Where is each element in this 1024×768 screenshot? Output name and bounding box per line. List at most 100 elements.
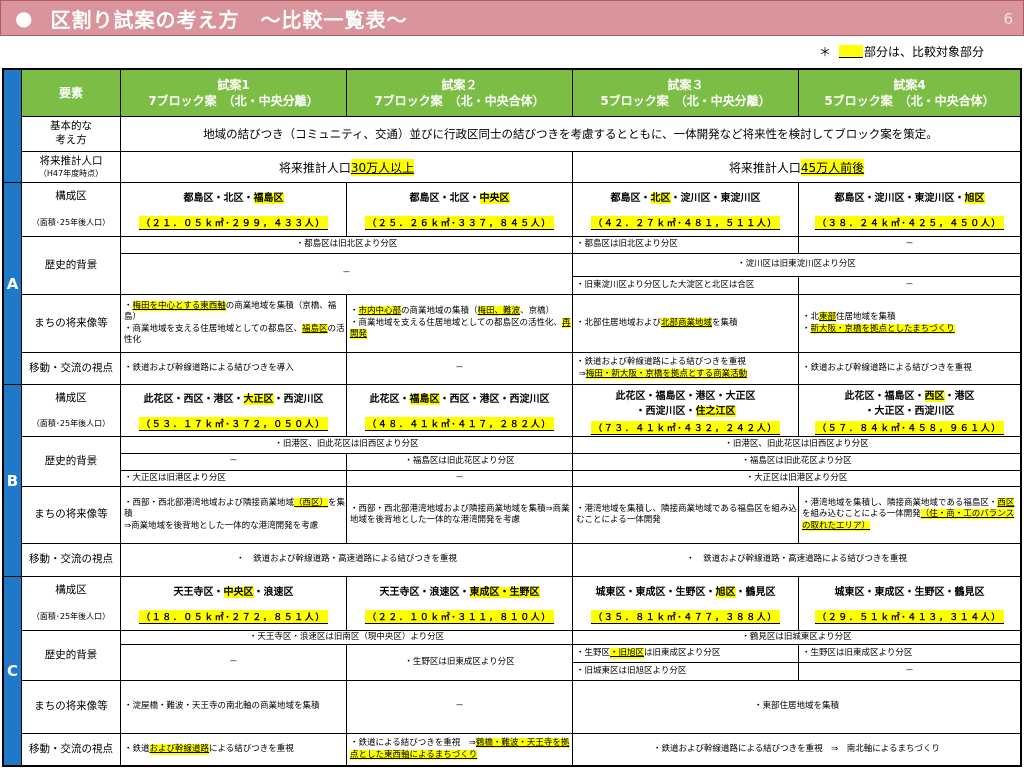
basic-text: 地域の結びつき（コミュニティ、交通）並びに行政区同士の結びつきを考慮するとともに… bbox=[120, 116, 1021, 152]
a-ward-4-hl: 旭区 bbox=[964, 193, 985, 204]
a-future-plan-1: ・梅田を中心とする東西軸の商業地域を集積（京橋、福島） ・商業地域を支える住居地… bbox=[120, 294, 347, 353]
b-future-4-mid: を組み込むことによる一体開発 bbox=[802, 509, 921, 520]
plan-1-title: 試案1 bbox=[217, 77, 250, 92]
group-a-letter: A bbox=[6, 274, 19, 293]
c-ward-2-hl: 東成区・生野区 bbox=[469, 587, 540, 598]
c-ward-1-pre: 天王寺区・ bbox=[173, 587, 224, 598]
comparison-table: 要素 試案1 7ブロック案 （北・中央分離） 試案２ 7ブロック案 （北・中央合… bbox=[2, 68, 1022, 767]
plan-3-title: 試案３ bbox=[667, 77, 704, 92]
a-wards-plan-4: 都島区・淀川区・東淀川区・旭区 （３８．２４ｋ㎡･４２５，４５０人） bbox=[798, 182, 1021, 237]
c-wards-label-text: 構成区 bbox=[55, 584, 87, 597]
c-wards-plan-1: 天王寺区・中央区・浪速区 （１８．０５ｋ㎡･２７２，８５１人） bbox=[120, 576, 347, 631]
a-future-2-a-hl: 市内中心部 bbox=[358, 306, 402, 317]
b-future-1-a-hl: （西区） bbox=[294, 497, 329, 508]
a-mobility-3-b-pre: ⇒ bbox=[578, 368, 586, 379]
a-history-label: 歴史的背景 bbox=[21, 236, 121, 295]
c-wards-plan-4: 城東区・東成区・生野区・鶴見区 （２９．５１ｋ㎡･４１３，３１４人） bbox=[798, 576, 1021, 631]
b-ward-4-post: ・港区 bbox=[944, 390, 975, 402]
a-mobility-3-a: ・鉄道および幹線道路による結びつきを重視 bbox=[576, 357, 746, 368]
a-ward-3-area: （４２．２７ｋ㎡･４８１，５１１人） bbox=[591, 216, 780, 230]
c-ward-1-area: （１８．０５ｋ㎡･２７２，８５１人） bbox=[139, 610, 328, 624]
c-history-r3-3: ・旧城東区は旧旭区より分区 bbox=[572, 662, 799, 681]
title-bar: ● 区割り試案の考え方 ～比較一覧表～ 6 bbox=[0, 0, 1024, 36]
a-ward-2-area: （２５．２６ｋ㎡･３３７，８４５人） bbox=[365, 216, 554, 230]
c-history-r2-3-hl: ・旧旭区 bbox=[610, 647, 645, 660]
b-ward-2-pre: 此花区・ bbox=[369, 394, 410, 405]
a-wards-plan-2: 都島区・北区・中央区 （２５．２６ｋ㎡･３３７，８４５人） bbox=[346, 182, 573, 237]
page-number: 6 bbox=[1003, 10, 1013, 28]
group-c-bar: C bbox=[3, 576, 22, 766]
a-history-r1-4: － bbox=[798, 236, 1021, 254]
a-future-plan-3: ・北部住居地域および北部商業地域を集積 bbox=[572, 294, 799, 353]
b-history-r2-34: ・福島区は旧此花区より分区 bbox=[572, 453, 1021, 471]
a-wards-label: 構成区 （面積･25年後人口） bbox=[21, 182, 121, 237]
c-history-r2-3-post: は旧東成区より分区 bbox=[644, 647, 721, 658]
c-future-plan-1: ・淀屋橋・難波・天王寺の南北軸の商業地域を集積 bbox=[120, 680, 347, 734]
b-future-4-hl: 西区 bbox=[997, 497, 1015, 508]
population-five-prefix: 将来推計人口 bbox=[728, 160, 801, 175]
a-ward-1-hl: 福島区 bbox=[253, 193, 284, 204]
note-text: 部分は、比較対象部分 bbox=[863, 45, 984, 59]
page-title: 区割り試案の考え方 ～比較一覧表～ bbox=[50, 7, 408, 32]
a-future-plan-4: ・北東部住居地域を集積 ・新大阪・京橋を拠点としたまちづくり bbox=[798, 294, 1021, 353]
c-mobility-2-pre: ・鉄道による結びつきを重視 ⇒ bbox=[350, 738, 476, 749]
basic-label: 基本的な 考え方 bbox=[21, 116, 121, 152]
a-wards-plan-3: 都島区・北区・淀川区・東淀川区 （４２．２７ｋ㎡･４８１，５１１人） bbox=[572, 182, 799, 237]
c-mobility-label: 移動・交流の視点 bbox=[21, 733, 121, 766]
b-history-r2-2: ・福島区は旧此花区より分区 bbox=[346, 453, 573, 471]
a-future-2-a-hl2: 梅田、難波 bbox=[477, 306, 521, 317]
a-future-4-a-hl: 東部 bbox=[819, 312, 837, 323]
b-mobility-left: ・ 鉄道および幹線道路・高速道路による結びつきを重視 bbox=[120, 543, 573, 577]
a-history-r1-12: ・都島区は旧北区より分区 bbox=[120, 236, 573, 254]
a-history-r3-4: － bbox=[798, 276, 1021, 295]
b-ward-4-hl: 西区 bbox=[924, 390, 945, 402]
a-future-1-b-hl: 福島区 bbox=[302, 323, 328, 334]
b-future-4-pre: ・港湾地域を集積し、隣接商業地域である福島区・ bbox=[802, 497, 998, 508]
header-plan-2: 試案２ 7ブロック案 （北・中央合体） bbox=[346, 69, 573, 117]
c-ward-3-pre: 城東区・東成区・生野区・ bbox=[595, 587, 716, 598]
b-ward-4-line2: ・大正区・西淀川区 bbox=[864, 405, 955, 417]
population-seven: 将来推計人口 30万人以上 bbox=[120, 151, 573, 183]
population-seven-value: 30万人以上 bbox=[350, 158, 415, 176]
a-ward-4-pre: 都島区・淀川区・東淀川区・ bbox=[834, 193, 965, 204]
b-wards-plan-1: 此花区・西区・港区・大正区・西淀川区 （５３．１７ｋ㎡･３７２，０５０人） bbox=[120, 384, 347, 437]
population-label-1: 将来推計人口 bbox=[39, 154, 103, 167]
header-plan-4: 試案4 5ブロック案 （北・中央合体） bbox=[798, 69, 1021, 117]
c-history-r2-3: ・生野区 ・旧旭区 は旧東成区より分区 bbox=[572, 644, 799, 663]
b-ward-1-pre: 此花区・西区・港区・ bbox=[143, 394, 244, 405]
a-future-label-text: まちの将来像等 bbox=[34, 316, 108, 329]
b-mobility-label-text: 移動・交流の視点 bbox=[29, 553, 113, 566]
b-history-r1-34: ・旧港区、旧此花区は旧西区より分区 bbox=[572, 436, 1021, 454]
a-mobility-label-text: 移動・交流の視点 bbox=[29, 361, 113, 374]
c-future-label-text: まちの将来像等 bbox=[34, 700, 108, 713]
a-history-r1-3: ・都島区は旧北区より分区 bbox=[572, 236, 799, 254]
b-history-r3-1: ・大正区は旧港区より分区 bbox=[120, 470, 347, 487]
plan-4-subtitle: 5ブロック案 （北・中央合体） bbox=[824, 94, 995, 108]
basic-label-1: 基本的な bbox=[50, 120, 92, 133]
a-wards-label-sub: （面積･25年後人口） bbox=[31, 218, 111, 228]
plan-2-title: 試案２ bbox=[441, 77, 478, 92]
c-wards-plan-3: 城東区・東成区・生野区・旭区・鶴見区 （３５．８１ｋ㎡･４７７，３８８人） bbox=[572, 576, 799, 631]
a-future-4-b-hl: 新大阪・京橋を拠点としたまちづくり bbox=[810, 323, 955, 334]
a-future-1-a-hl: 梅田を中心とする東西軸 bbox=[132, 300, 226, 311]
c-ward-1-post: ・浪速区 bbox=[253, 587, 294, 598]
a-ward-3-hl: 北区 bbox=[650, 193, 671, 204]
group-c-letter: C bbox=[6, 662, 18, 680]
b-wards-plan-4: 此花区・福島区・西区・港区 ・大正区・西淀川区 （５７．８４ｋ㎡･４５８，９６１… bbox=[798, 384, 1021, 437]
b-history-r2-1: － bbox=[120, 453, 347, 471]
a-ward-4-area: （３８．２４ｋ㎡･４２５，４５０人） bbox=[815, 216, 1004, 230]
group-a-bar: A bbox=[3, 182, 22, 385]
c-future-plan-2: － bbox=[346, 680, 573, 734]
a-history-label-text: 歴史的背景 bbox=[44, 258, 98, 271]
c-wards-label-sub: （面積･25年後人口） bbox=[31, 612, 111, 622]
c-mobility-plan-1: ・鉄道 および幹線道路 による結びつきを重視 bbox=[120, 733, 347, 766]
c-history-r1-12: ・天王寺区・浪速区は旧南区（現中央区）より分区 bbox=[120, 630, 573, 645]
a-ward-1-pre: 都島区・北区・ bbox=[183, 193, 254, 204]
a-future-label: まちの将来像等 bbox=[21, 294, 121, 353]
header-plan-1: 試案1 7ブロック案 （北・中央分離） bbox=[120, 69, 347, 117]
a-future-3-pre: ・北部住居地域および bbox=[576, 317, 662, 328]
a-mobility-3-b-hl: 梅田・新大阪・京橋を拠点とする商業活動 bbox=[585, 368, 748, 379]
c-ward-3-post: ・鶴見区 bbox=[735, 587, 776, 598]
a-mobility-plan-3: ・鉄道および幹線道路による結びつきを重視 ⇒梅田・新大阪・京橋を拠点とする商業活… bbox=[572, 352, 799, 385]
c-ward-1-hl: 中央区 bbox=[223, 587, 254, 598]
